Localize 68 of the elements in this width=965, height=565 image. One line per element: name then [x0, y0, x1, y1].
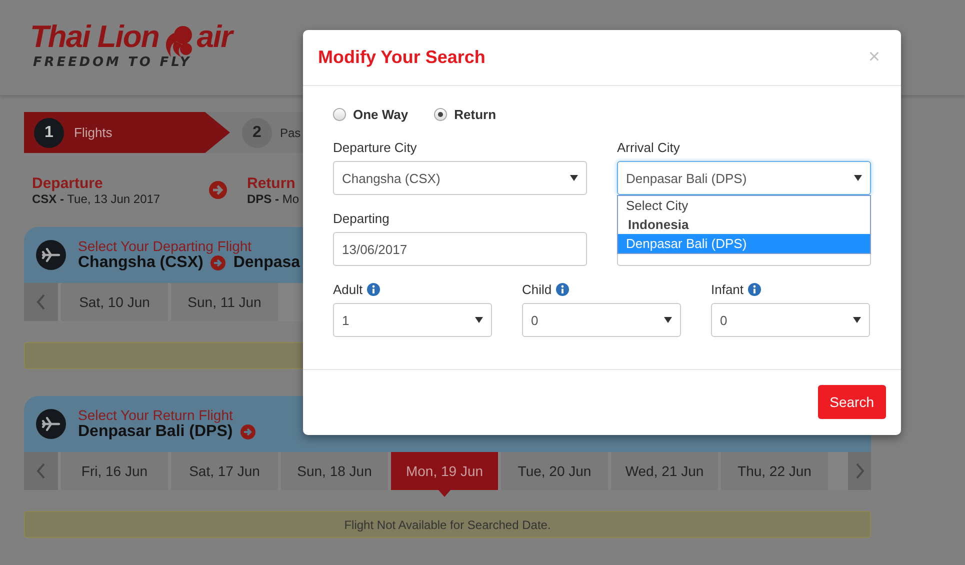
dropdown-option[interactable]: Denpasar Bali (DPS) [618, 234, 870, 253]
info-icon [748, 282, 761, 296]
logo-tagline: FREEDOM TO FLY [33, 55, 193, 70]
info-icon [366, 282, 380, 296]
date-tab[interactable]: Tue, 20 Jun [501, 452, 608, 490]
chevron-right-icon [854, 463, 864, 479]
flight-heading: Select Your Return Flight [78, 407, 234, 423]
step-label: Pas [280, 126, 301, 140]
date-tab[interactable]: Mon, 19 Jun [391, 452, 498, 497]
dropdown-option[interactable]: Select City [618, 196, 870, 215]
radio-label: One Way [353, 106, 408, 122]
notice-text: Flight Not Available for Searched Date. [344, 518, 551, 532]
logo-text: air [196, 21, 232, 53]
select-field[interactable]: 0 [522, 303, 681, 337]
chevron-left-icon [36, 294, 46, 310]
field-label: Departure City [333, 140, 418, 154]
previous-button[interactable] [24, 452, 58, 490]
date-tab[interactable]: Wed, 21 Jun [611, 452, 718, 490]
city-name: Denpasa [233, 254, 300, 272]
select-field[interactable]: 1 [333, 303, 492, 337]
date-tab[interactable]: Sun, 11 Jun [171, 283, 278, 321]
arrow-right-icon [210, 255, 226, 271]
progress-step[interactable]: 1 Flights [24, 112, 230, 153]
date-tab[interactable]: Sat, 17 Jun [171, 452, 278, 490]
select-field[interactable]: Denpasar Bali (DPS) [617, 161, 871, 195]
radio-label: Return [454, 106, 496, 122]
step-number: 2 [242, 118, 272, 148]
caret-icon [854, 175, 862, 181]
option-group: Indonesia [618, 215, 870, 234]
arrow-right-icon [208, 180, 228, 200]
radio-button[interactable] [333, 108, 346, 120]
progress-step[interactable]: 2 Pas [230, 112, 301, 153]
city-name: Denpasar Bali (DPS) [78, 423, 233, 441]
radio-button[interactable] [434, 108, 448, 120]
caret-icon [570, 175, 578, 181]
plane-icon [36, 240, 66, 270]
step-label: Flights [74, 125, 112, 140]
field-label: Arrival City [617, 140, 681, 154]
next-button[interactable] [848, 452, 871, 490]
route-title: Return [247, 174, 296, 192]
previous-button[interactable] [24, 283, 58, 321]
dialog-title: Modify Your Search [318, 47, 486, 68]
date-tab[interactable]: Thu, 22 Jun [721, 452, 828, 490]
select-field[interactable]: 0 [711, 303, 870, 337]
route-date: DPS - Mo [247, 192, 300, 206]
date-tab[interactable]: Sun, 18 Jun [281, 452, 388, 490]
plane-icon [36, 409, 66, 439]
chevron-left-icon [36, 463, 46, 479]
route-title: Departure [32, 174, 104, 192]
select-field[interactable]: Changsha (CSX) [333, 161, 587, 195]
date-tab[interactable]: Sat, 10 Jun [61, 283, 168, 321]
field-label: Infant [711, 282, 744, 296]
city-name: Changsha (CSX) [78, 254, 204, 272]
date-field[interactable]: 13/06/2017 [333, 232, 587, 266]
caret-icon [475, 317, 483, 323]
field-label: Child [522, 282, 552, 296]
arrow-right-icon [240, 424, 256, 440]
logo-text: Thai Lion [30, 21, 159, 53]
step-number: 1 [34, 118, 64, 148]
caret-icon [853, 317, 861, 323]
info-icon [556, 282, 569, 296]
date-tab[interactable]: Fri, 16 Jun [61, 452, 168, 490]
search-button[interactable]: Search [818, 385, 886, 419]
route-date: CSX - Tue, 13 Jun 2017 [32, 192, 162, 206]
caret-icon [664, 317, 672, 323]
field-label: Adult [333, 282, 363, 296]
flight-heading: Select Your Departing Flight [78, 238, 253, 254]
field-label: Departing [333, 211, 390, 225]
